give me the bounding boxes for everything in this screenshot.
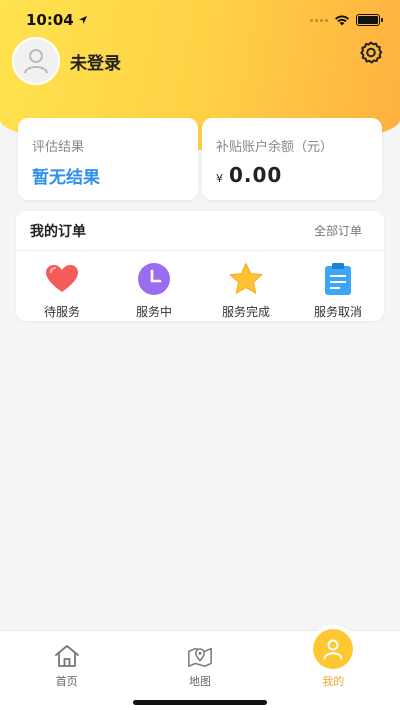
heart-icon <box>46 265 78 292</box>
tab-label: 首页 <box>55 675 78 688</box>
assessment-value: 暂无结果 <box>32 168 100 188</box>
tab-label: 地图 <box>188 675 211 688</box>
order-status-label: 服务中 <box>135 305 172 319</box>
wifi-icon <box>335 15 349 26</box>
home-icon <box>54 645 79 667</box>
subsidy-balance-card[interactable]: 补贴账户余额（元） ¥ 0.00 <box>202 118 382 200</box>
order-status-cancelled[interactable]: 服务取消 <box>298 261 378 320</box>
signal-icon <box>310 18 328 22</box>
status-bar: 10:04 <box>0 0 400 40</box>
tab-home[interactable]: 首页 <box>27 643 107 710</box>
location-arrow-icon <box>78 16 87 24</box>
subsidy-label: 补贴账户余额（元） <box>216 140 334 155</box>
avatar[interactable] <box>12 37 60 85</box>
star-icon <box>229 263 263 294</box>
order-status-label: 服务取消 <box>313 305 362 319</box>
default-avatar-icon <box>24 49 48 74</box>
tab-mine[interactable]: 我的 <box>293 629 373 710</box>
assessment-card[interactable]: 评估结果 暂无结果 <box>18 118 198 200</box>
settings-gear-icon[interactable] <box>358 40 384 66</box>
order-status-completed[interactable]: 服务完成 <box>206 261 286 320</box>
my-orders-panel: 我的订单 全部订单 待服务 服务中 服务完成 服务取消 <box>16 211 384 321</box>
order-status-in-service[interactable]: 服务中 <box>114 261 194 320</box>
clipboard-icon <box>325 263 351 295</box>
user-icon <box>323 639 343 660</box>
orders-title: 我的订单 <box>30 223 86 240</box>
tab-label: 我的 <box>322 675 345 688</box>
currency-symbol: ¥ <box>216 172 223 185</box>
order-status-label: 待服务 <box>43 305 80 319</box>
map-icon <box>188 647 212 667</box>
home-indicator <box>133 700 267 705</box>
clock-icon <box>138 263 170 295</box>
order-status-pending[interactable]: 待服务 <box>22 261 102 320</box>
all-orders-link[interactable]: 全部订单 <box>314 222 362 239</box>
bottom-tab-bar: 首页 地图 我的 <box>0 629 400 710</box>
status-indicators <box>310 14 383 26</box>
username-label[interactable]: 未登录 <box>70 49 121 74</box>
status-time: 10:04 <box>26 11 88 29</box>
subsidy-amount: 0.00 <box>229 163 283 187</box>
order-status-label: 服务完成 <box>221 305 270 319</box>
battery-icon <box>356 14 383 26</box>
assessment-label: 评估结果 <box>32 140 85 155</box>
profile-header[interactable]: 未登录 <box>12 37 121 85</box>
